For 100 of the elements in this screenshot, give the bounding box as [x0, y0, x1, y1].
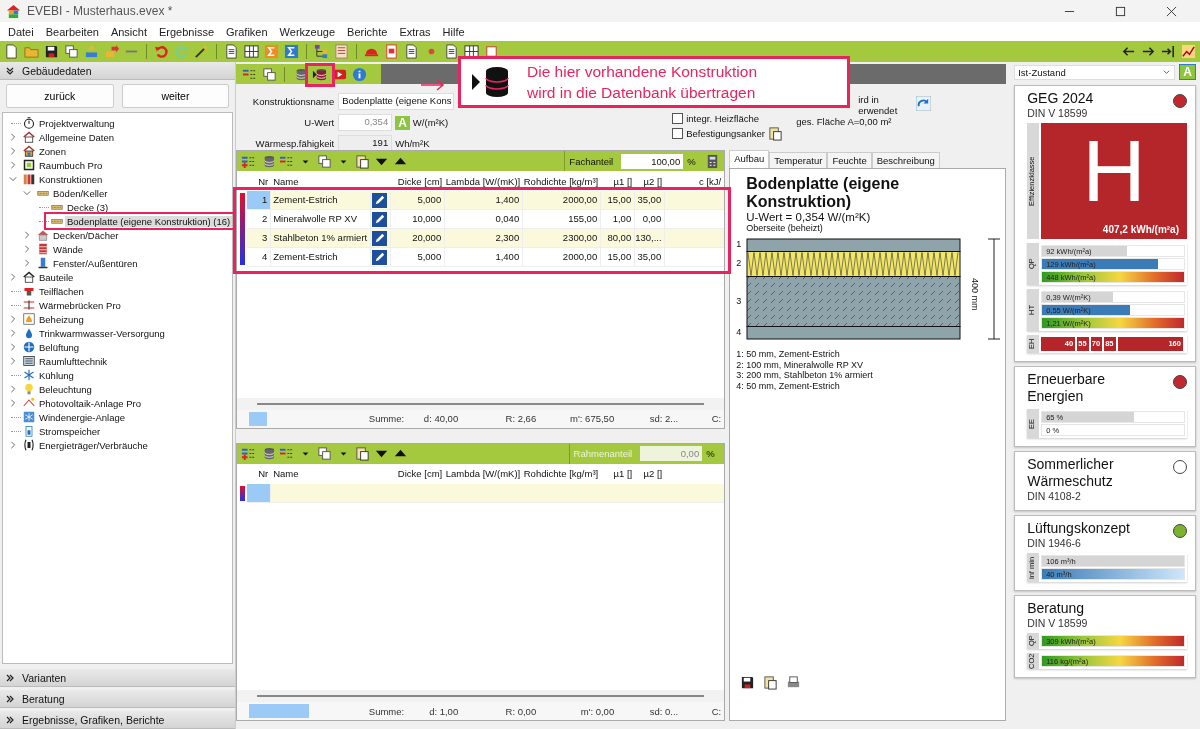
menu-item[interactable]: Extras — [393, 23, 437, 40]
column-header[interactable]: c [kJ/ — [665, 175, 725, 187]
menu-item[interactable]: Datei — [2, 23, 40, 40]
section-header[interactable]: Ergebnisse, Grafiken, Berichte — [0, 711, 236, 729]
column-header[interactable]: Dicke [cm] — [391, 468, 446, 479]
tree-item[interactable]: Fenster/Außentüren — [51, 257, 140, 269]
copy-icon[interactable] — [64, 44, 79, 59]
tab[interactable]: Aufbau — [729, 150, 770, 168]
table-row[interactable]: 1 Zement-Estrich 5,000 1,400 2000,00 15,00 35,00 — [247, 191, 725, 210]
tree-item[interactable]: Beleuchtung — [37, 383, 94, 395]
tree-item[interactable]: Wände — [51, 243, 86, 255]
nav-button[interactable]: weiter — [121, 84, 230, 108]
chevron-right-icon[interactable] — [9, 329, 17, 337]
column-header[interactable]: Dicke [cm] — [391, 175, 446, 187]
section-header[interactable]: Varianten — [0, 669, 236, 687]
column-header[interactable]: Lambda [W/(mK)] — [445, 468, 524, 479]
column-header[interactable]: Name — [271, 175, 372, 187]
tab[interactable]: Feuchte — [827, 152, 872, 168]
section-header[interactable]: Beratung — [0, 690, 236, 708]
chevron-right-icon[interactable] — [9, 315, 17, 323]
name-field[interactable]: Bodenplatte (eigene Kons — [338, 93, 455, 110]
row-number-cell[interactable] — [247, 483, 272, 502]
export-icon[interactable] — [104, 44, 119, 59]
copy-icon[interactable] — [317, 446, 333, 461]
clipboard-icon[interactable] — [763, 675, 779, 690]
save-icon[interactable] — [44, 44, 59, 59]
chevron-right-icon[interactable] — [23, 245, 31, 253]
tree-item[interactable]: Kühlung — [37, 369, 76, 381]
column-header[interactable]: Name — [271, 468, 372, 479]
tree-item[interactable]: Allgemeine Daten — [37, 131, 116, 143]
save-icon[interactable] — [740, 675, 756, 690]
chevron-right-icon[interactable] — [23, 259, 31, 267]
edit-icon[interactable] — [371, 192, 387, 208]
paste-icon[interactable] — [355, 153, 371, 169]
tree-item[interactable]: Stromspeicher — [37, 425, 103, 437]
scrollbar[interactable] — [257, 402, 705, 405]
column-header[interactable]: µ2 [] — [635, 175, 666, 187]
tree-item[interactable]: Beheizung — [37, 313, 86, 325]
document-icon[interactable] — [404, 44, 419, 59]
row-number-cell[interactable]: 4 — [247, 248, 272, 266]
tree-item[interactable]: Windenergie-Anlage — [37, 411, 128, 423]
chevron-right-icon[interactable] — [9, 399, 17, 407]
tree-item[interactable]: Teilflächen — [37, 285, 86, 297]
row-number-cell[interactable]: 3 — [247, 229, 272, 247]
chevron-down-icon[interactable] — [9, 175, 17, 183]
tree-item[interactable]: Bodenplatte (eigene Konstruktion) (16) — [65, 215, 233, 227]
arrow-into-icon[interactable] — [1161, 44, 1176, 59]
tree-item[interactable]: Energieträger/Verbräuche — [37, 439, 150, 451]
chevron-right-icon[interactable] — [9, 441, 17, 449]
tree-icon[interactable] — [314, 44, 329, 59]
tab[interactable]: Temperatur — [769, 152, 828, 168]
new-document-icon[interactable] — [4, 44, 19, 59]
tree-item[interactable]: Konstruktionen — [37, 173, 105, 185]
pdf-icon[interactable] — [384, 44, 399, 59]
tree-item[interactable]: Trinkwarmwasser-Versorgung — [37, 327, 167, 339]
tab[interactable]: Beschreibung — [871, 152, 940, 168]
result-card[interactable]: Sommerlicher Wärmeschutz DIN 4108-2 — [1014, 451, 1196, 511]
document-icon[interactable] — [444, 44, 459, 59]
tree-item[interactable]: Wärmebrücken Pro — [37, 299, 123, 311]
tree-item[interactable]: Zonen — [37, 145, 68, 157]
menu-item[interactable]: Ansicht — [104, 23, 153, 40]
chevron-right-icon[interactable] — [9, 133, 17, 141]
edit-icon[interactable] — [371, 249, 387, 265]
chevron-right-icon[interactable] — [9, 357, 17, 365]
tree-item[interactable]: Raumbuch Pro — [37, 159, 105, 171]
scrollbar[interactable] — [257, 695, 705, 697]
chevron-right-icon[interactable] — [9, 147, 17, 155]
undo-icon[interactable] — [154, 44, 169, 59]
checkbox[interactable] — [672, 113, 684, 124]
nav-button[interactable]: zurück — [6, 84, 114, 108]
chevron-right-icon[interactable] — [23, 231, 31, 239]
variant-dropdown[interactable]: Ist-Zustand — [1014, 64, 1176, 80]
chart-icon[interactable] — [1181, 44, 1196, 59]
row-number-cell[interactable]: 1 — [247, 191, 272, 209]
wand-icon[interactable] — [194, 44, 209, 59]
paste-icon[interactable] — [355, 446, 371, 461]
column-header[interactable]: Nr — [247, 468, 272, 479]
tree-item[interactable]: Decken/Dächer — [51, 229, 121, 241]
column-header[interactable]: Lambda [W/(mK)] — [445, 175, 524, 187]
edit-icon[interactable] — [371, 230, 387, 246]
sum-icon[interactable] — [284, 44, 299, 59]
chevron-right-icon[interactable] — [9, 385, 17, 393]
remove-row-icon[interactable] — [279, 446, 295, 461]
square-icon[interactable] — [484, 44, 499, 59]
share-field[interactable]: 100,00 — [621, 153, 684, 169]
refresh-icon[interactable] — [916, 96, 932, 111]
menu-item[interactable]: Berichte — [341, 23, 394, 40]
menu-item[interactable]: Bearbeiten — [39, 23, 105, 40]
list-icon[interactable] — [334, 44, 349, 59]
tree-item[interactable]: Belüftung — [37, 341, 82, 353]
menu-item[interactable]: Grafiken — [220, 23, 274, 40]
column-header[interactable]: µ1 [] — [601, 175, 636, 187]
table-row[interactable]: 4 Zement-Estrich 5,000 1,400 2000,00 15,00 35,00 — [247, 248, 725, 267]
copy-icon[interactable] — [317, 153, 333, 169]
tree-item[interactable]: Bauteile — [37, 271, 76, 283]
info-icon[interactable] — [352, 66, 368, 82]
chevron-right-icon[interactable] — [9, 343, 17, 351]
upload-icon[interactable] — [84, 44, 99, 59]
copy-icon[interactable] — [262, 66, 278, 82]
add-row-icon[interactable] — [241, 446, 257, 461]
